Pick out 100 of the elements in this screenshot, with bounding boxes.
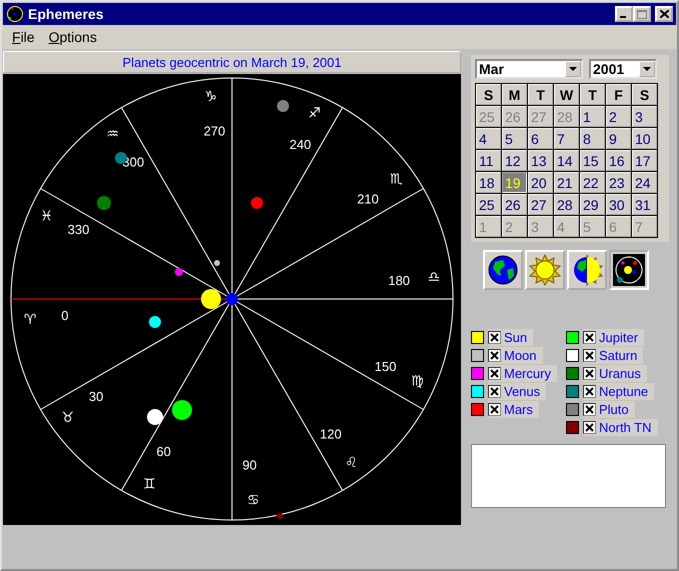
planet-dot [201,289,221,309]
day-cell[interactable]: 28 [554,194,579,215]
degree-label: 60 [156,444,171,459]
day-cell[interactable]: 14 [554,150,579,171]
weekday-header: S [632,84,657,105]
day-cell[interactable]: 24 [632,172,657,193]
planet-dot [97,196,111,210]
solar-system-icon [613,254,645,286]
degree-label: 240 [289,136,312,152]
checkbox[interactable] [488,330,501,344]
planet-label: Saturn [599,348,638,362]
window-title: Ephemeres [28,6,104,22]
day-cell[interactable]: 5 [502,128,527,149]
planet-label: Mercury [504,366,551,380]
checkbox[interactable] [583,420,596,434]
checkbox[interactable] [583,366,596,380]
checkbox[interactable] [488,366,501,380]
zodiac-sign: ♈ [24,312,36,328]
maximize-icon [637,10,647,18]
month-dropdown[interactable]: Mar [475,59,583,79]
day-cell[interactable]: 29 [580,194,605,215]
degree-label: 180 [388,272,410,288]
planet-label: Sun [504,330,528,344]
checkbox[interactable] [488,402,501,416]
day-cell[interactable]: 2 [606,106,631,127]
day-cell[interactable]: 20 [528,172,553,193]
zodiac-sign: ♏ [390,172,402,188]
planet-dot [172,400,192,420]
day-cell[interactable]: 7 [554,128,579,149]
day-cell[interactable]: 21 [554,172,579,193]
day-cell[interactable]: 10 [632,128,657,149]
day-cell[interactable]: 19 [502,172,527,193]
planet-label: Moon [504,348,537,362]
close-icon [660,10,668,18]
day-cell[interactable]: 18 [476,172,501,193]
view-button[interactable] [483,250,523,290]
caret-icon [569,67,577,71]
day-cell[interactable]: 31 [632,194,657,215]
degree-label: 90 [242,458,257,473]
day-cell[interactable]: 9 [606,128,631,149]
degree-label: 210 [357,192,379,207]
weekday-header: T [528,84,553,105]
caret-icon [643,67,651,71]
planet-dot [214,260,220,266]
day-cell[interactable]: 22 [580,172,605,193]
degree-label: 150 [374,358,396,374]
day-cell[interactable]: 3 [632,106,657,127]
zodiac-sign: ♍ [411,373,424,390]
day-cell[interactable]: 25 [476,194,501,215]
weekday-header: T [580,84,605,105]
weekday-header: W [554,84,579,105]
degree-label: 330 [68,222,90,238]
zodiac-sign: ♓ [40,208,53,224]
zodiac-sign: ♋ [246,492,260,509]
day-cell[interactable]: 27 [528,194,553,215]
day-cell[interactable]: 13 [528,150,553,171]
checkbox[interactable] [583,402,596,416]
day-cell[interactable]: 4 [476,128,501,149]
checkbox[interactable] [488,348,501,362]
zodiac-sign: ♌ [345,455,358,472]
planet-label: Venus [504,384,540,398]
minimize-button[interactable] [615,6,633,22]
degree-label: 270 [204,123,226,138]
sun-icon [529,254,561,286]
day-cell[interactable]: 16 [606,150,631,171]
planet-dot [277,100,289,112]
menu-item[interactable]: Options [42,27,103,47]
planet-label: Jupiter [599,330,638,344]
close-button[interactable] [655,6,673,22]
day-cell[interactable]: 30 [606,194,631,215]
planet-dot [175,268,183,276]
chart-title: Planets geocentric on March 19, 2001 [3,51,461,73]
maximize-button[interactable] [633,6,651,22]
zodiac-sign: ♉ [62,410,74,426]
planet-label: Pluto [599,402,629,416]
planet-dot [147,409,163,425]
day-cell[interactable]: 17 [632,150,657,171]
degree-label: 30 [88,389,104,404]
degree-label: 120 [320,426,342,442]
globe-icon [487,254,519,286]
view-button[interactable] [609,250,649,290]
checkbox[interactable] [583,384,596,398]
checkbox[interactable] [583,348,596,362]
day-cell[interactable]: 1 [580,106,605,127]
planet-dot [251,197,263,209]
day-cell[interactable]: 8 [580,128,605,149]
day-cell[interactable]: 12 [502,150,527,171]
day-cell[interactable]: 6 [528,128,553,149]
day-cell[interactable]: 26 [502,194,527,215]
zodiac-sign: ♐ [308,105,321,122]
planet-label: North TN [599,420,652,434]
day-cell[interactable]: 23 [606,172,631,193]
zodiac-sign: ♑ [204,88,218,105]
checkbox[interactable] [488,384,501,398]
checkbox[interactable] [583,330,596,344]
day-cell[interactable]: 15 [580,150,605,171]
menu-item[interactable]: File [6,27,41,47]
view-button[interactable] [567,250,607,290]
year-dropdown[interactable]: 2001 [589,59,657,79]
day-cell[interactable]: 11 [476,150,501,171]
